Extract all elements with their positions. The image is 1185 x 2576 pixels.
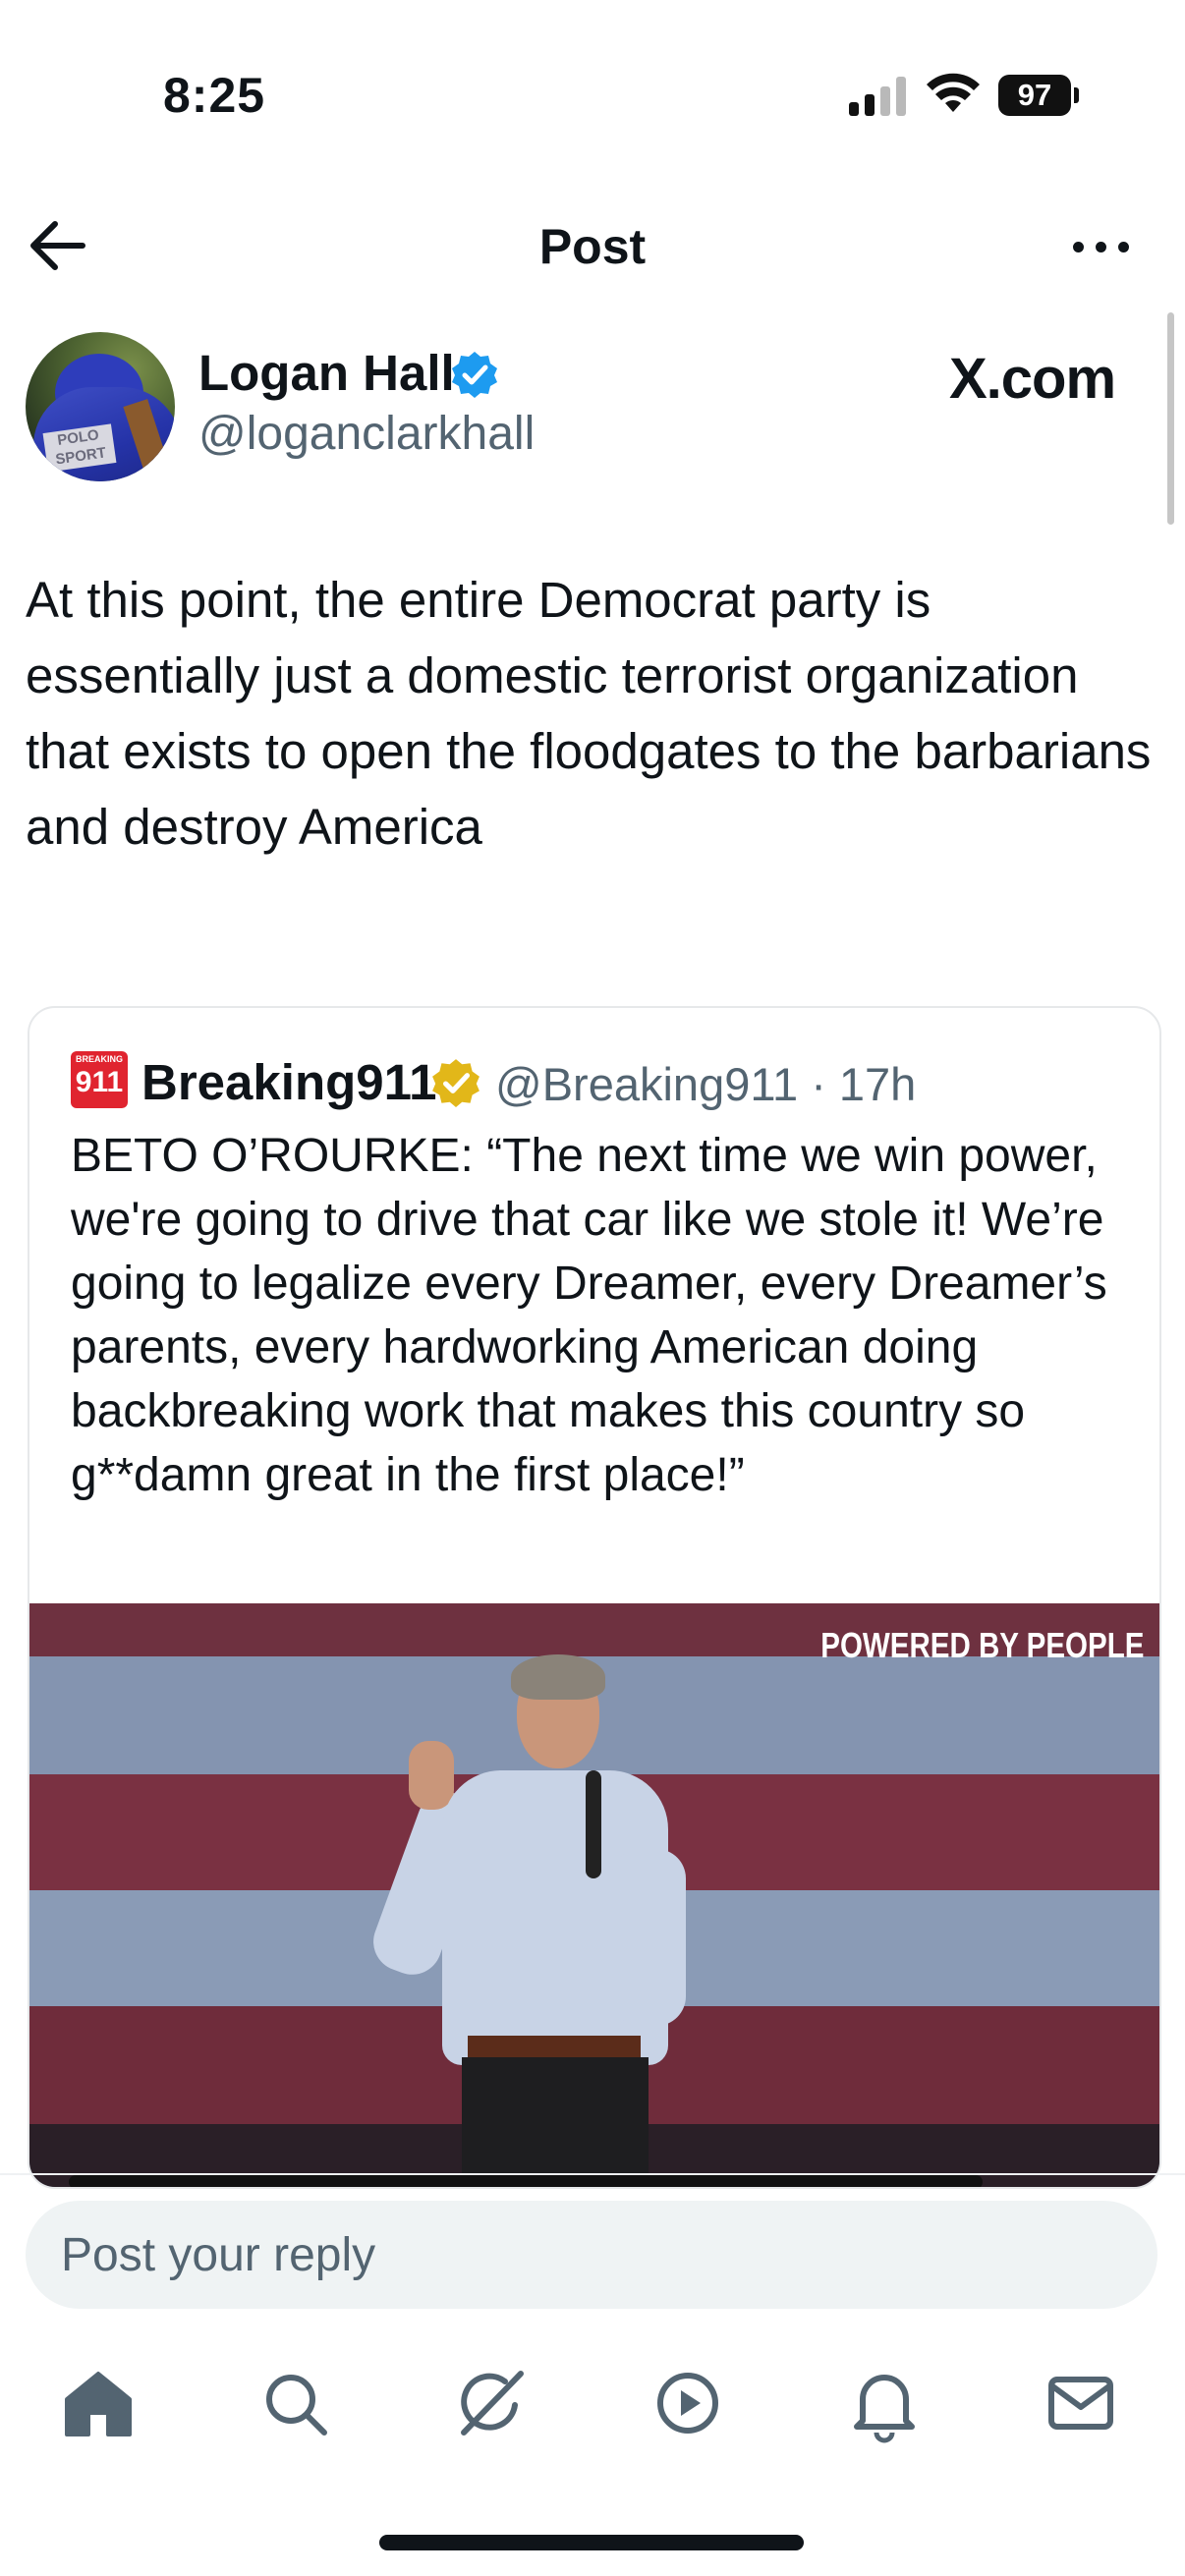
battery-indicator: 97: [998, 75, 1079, 118]
wifi-icon: [927, 73, 980, 112]
speaker-hand: [409, 1741, 454, 1810]
avatar[interactable]: POLO SPORT: [26, 332, 175, 481]
gold-verified-badge-icon: [432, 1059, 480, 1107]
verified-badge-icon: [452, 352, 497, 398]
screen: 8:25 97 Post POLO SPORT Logan Hall @loga…: [0, 0, 1185, 2576]
speaker-arm: [611, 1849, 686, 2026]
page-title: Post: [538, 219, 647, 274]
home-indicator[interactable]: [379, 2535, 804, 2550]
messages-icon[interactable]: [1040, 2362, 1122, 2444]
search-icon[interactable]: [254, 2362, 336, 2444]
author-handle[interactable]: @loganclarkhall: [198, 407, 535, 461]
author-name[interactable]: Logan Hall: [198, 344, 455, 402]
battery-tip: [1074, 87, 1079, 103]
quoted-post-card[interactable]: BREAKING 911 Breaking911 @Breaking911 · …: [28, 1006, 1161, 2189]
quoted-post-text: BETO O’ROURKE: “The next time we win pow…: [71, 1130, 1107, 1501]
reply-input[interactable]: Post your reply: [26, 2201, 1157, 2309]
video-watermark: POWERED BY PEOPLE: [819, 1625, 1144, 1665]
speaker-belt: [468, 2036, 641, 2057]
quoted-handle-and-time: @Breaking911 · 17h: [495, 1058, 917, 1110]
notifications-icon[interactable]: [843, 2362, 926, 2444]
breaking911-logo-small-text: BREAKING: [75, 1054, 123, 1064]
speaker-hair: [511, 1654, 605, 1700]
video-icon[interactable]: [647, 2362, 729, 2444]
cellular-signal-icon: [849, 77, 906, 116]
microphone: [586, 1770, 601, 1878]
divider: [0, 2173, 1185, 2175]
video-player[interactable]: POWERED BY PEOPLE: [29, 1603, 1159, 2187]
more-options-icon[interactable]: [1069, 232, 1132, 261]
post-text: At this point, the entire Democrat party…: [26, 572, 1152, 855]
video-progress-bar[interactable]: [69, 2175, 983, 2187]
grok-icon[interactable]: [450, 2362, 533, 2444]
speaker-pants: [462, 2057, 649, 2187]
scrollbar[interactable]: [1167, 312, 1174, 525]
breaking911-logo-text: 911: [75, 1066, 124, 1098]
home-icon[interactable]: [57, 2362, 140, 2444]
quoted-author-name: Breaking911: [141, 1054, 437, 1110]
battery-level: 97: [998, 75, 1071, 116]
reply-placeholder: Post your reply: [61, 2229, 376, 2281]
xcom-logo: X.com: [949, 347, 1116, 411]
status-time: 8:25: [163, 68, 266, 123]
breaking911-logo: BREAKING 911: [71, 1051, 128, 1108]
